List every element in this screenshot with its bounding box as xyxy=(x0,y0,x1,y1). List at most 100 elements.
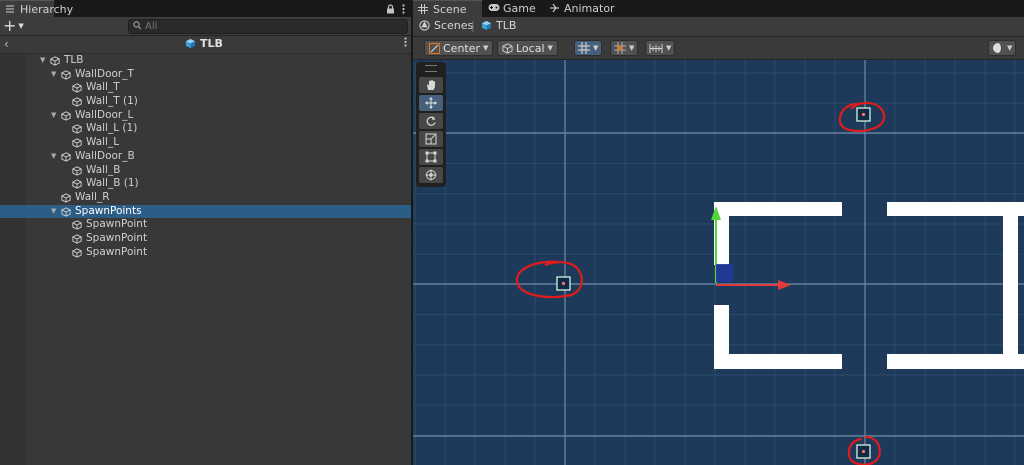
scene-menu-icon[interactable] xyxy=(404,37,407,47)
hierarchy-panel: Hierarchy + ▼ ‹ TLB xyxy=(0,0,411,465)
dropdown-caret-icon: ▼ xyxy=(666,44,672,52)
move-tool-button[interactable] xyxy=(419,95,443,111)
local-cube-icon xyxy=(502,42,513,54)
scene-panel: Scene Game Animator Scenes | TLB Center … xyxy=(413,0,1024,465)
gameobject-cube-icon xyxy=(72,97,82,107)
hierarchy-row[interactable]: Wall_T xyxy=(0,81,411,95)
hierarchy-row[interactable]: Wall_T (1) xyxy=(0,95,411,109)
gameobject-cube-icon xyxy=(61,193,71,203)
gameobject-cube-icon xyxy=(72,124,82,135)
hierarchy-row-label: SpawnPoint xyxy=(86,218,148,231)
hierarchy-row-label: TLB xyxy=(64,54,84,66)
search-input[interactable] xyxy=(145,20,395,33)
hierarchy-row[interactable]: SpawnPoint xyxy=(0,246,411,260)
hierarchy-tab-bar: Hierarchy xyxy=(0,0,411,17)
scale-icon xyxy=(425,133,437,145)
tab-scene[interactable]: Scene xyxy=(413,0,482,17)
gameobject-cube-icon xyxy=(50,56,60,66)
tab-animator[interactable]: Animator xyxy=(544,0,621,17)
space-dropdown[interactable]: Local ▼ xyxy=(497,40,558,56)
hand-icon xyxy=(425,79,437,91)
increment-snap-dropdown[interactable]: ▼ xyxy=(645,40,676,56)
pivot-dropdown[interactable]: Center ▼ xyxy=(424,40,494,56)
hierarchy-row-label: Wall_L (1) xyxy=(86,122,138,135)
expand-arrow-icon[interactable]: ▼ xyxy=(51,109,59,123)
tool-palette xyxy=(416,62,446,187)
breadcrumb-root[interactable]: Scenes xyxy=(419,19,473,32)
hierarchy-row[interactable]: Wall_L (1) xyxy=(0,122,411,136)
gameobject-cube-icon xyxy=(72,247,82,258)
scene-tab-bar: Scene Game Animator xyxy=(413,0,1024,17)
wall-right xyxy=(1003,202,1018,369)
hierarchy-row-label: Wall_T (1) xyxy=(86,95,138,108)
hierarchy-row[interactable]: ▼ WallDoor_T xyxy=(0,68,411,82)
rotate-tool-button[interactable] xyxy=(419,113,443,129)
expand-arrow-icon[interactable]: ▼ xyxy=(40,54,48,68)
rect-tool-button[interactable] xyxy=(419,149,443,165)
hierarchy-row[interactable]: Wall_B (1) xyxy=(0,177,411,191)
lock-icon[interactable] xyxy=(386,3,395,14)
scene-header: ‹ TLB xyxy=(0,36,411,54)
hierarchy-row[interactable]: Wall_L xyxy=(0,136,411,150)
scale-tool-button[interactable] xyxy=(419,131,443,147)
ruler-icon xyxy=(649,43,663,54)
gameobject-cube-icon xyxy=(72,220,82,230)
breadcrumb-current-label: TLB xyxy=(496,19,517,32)
snap-increment-dropdown[interactable]: ▼ xyxy=(610,40,639,56)
hierarchy-row-label: SpawnPoint xyxy=(86,231,148,244)
create-button[interactable]: + ▼ xyxy=(3,18,29,34)
transform-icon xyxy=(425,169,437,181)
space-label: Local xyxy=(516,41,545,55)
breadcrumb: Scenes | TLB xyxy=(413,17,1024,37)
spawn-point-icon xyxy=(856,107,871,122)
move-arrows-icon xyxy=(425,97,437,109)
gameobject-cube-icon xyxy=(72,234,82,244)
tab-scene-label: Scene xyxy=(433,3,467,16)
spawn-point-icon xyxy=(856,444,871,459)
hand-tool-button[interactable] xyxy=(419,77,443,93)
hierarchy-row-label: Wall_B (1) xyxy=(86,177,139,190)
hierarchy-row[interactable]: Wall_B xyxy=(0,164,411,178)
palette-grip[interactable] xyxy=(425,65,437,72)
hierarchy-row[interactable]: ▼ WallDoor_L xyxy=(0,109,411,123)
dropdown-caret-icon: ▼ xyxy=(483,44,489,52)
hierarchy-row[interactable]: Wall_R xyxy=(0,191,411,205)
expand-arrow-icon[interactable]: ▼ xyxy=(51,68,59,82)
breadcrumb-root-label: Scenes xyxy=(434,19,474,32)
hierarchy-row[interactable]: SpawnPoint xyxy=(0,232,411,246)
hierarchy-tab[interactable]: Hierarchy xyxy=(0,0,73,17)
search-icon xyxy=(133,21,142,30)
gamepad-icon xyxy=(488,3,500,12)
scene-title-label: TLB xyxy=(200,37,223,50)
hierarchy-row-label: Wall_T xyxy=(86,81,120,94)
grid-snap-toggle[interactable]: ▼ xyxy=(574,40,603,56)
hierarchy-row[interactable]: ▼ SpawnPoints xyxy=(0,204,411,219)
gameobject-cube-icon xyxy=(72,138,82,148)
gizmo-plane-handle xyxy=(716,264,733,282)
gameobject-cube-icon xyxy=(72,179,82,189)
shading-sphere-icon xyxy=(992,42,1004,54)
scene-canvas xyxy=(413,60,1024,465)
hierarchy-row-label: SpawnPoints xyxy=(75,204,142,217)
gameobject-cube-icon xyxy=(61,70,71,80)
expand-arrow-icon[interactable]: ▼ xyxy=(51,150,59,164)
expand-arrow-icon[interactable]: ▼ xyxy=(51,205,59,219)
wall-bottom-left xyxy=(714,354,842,369)
hierarchy-row[interactable]: SpawnPoint xyxy=(0,218,411,232)
tab-game[interactable]: Game xyxy=(483,0,542,17)
gameobject-cube-icon xyxy=(61,206,71,217)
hierarchy-row[interactable]: ▼ TLB xyxy=(0,54,411,68)
breadcrumb-current[interactable]: TLB xyxy=(481,19,516,32)
scene-viewport[interactable] xyxy=(413,60,1024,465)
hierarchy-row[interactable]: ▼ WallDoor_B xyxy=(0,150,411,164)
hierarchy-row-label: WallDoor_L xyxy=(75,108,134,121)
render-mode-dropdown[interactable]: ▼ xyxy=(988,40,1017,56)
wall-top-left xyxy=(714,202,842,216)
transform-tool-button[interactable] xyxy=(419,167,443,183)
search-field[interactable] xyxy=(128,19,408,34)
animator-icon xyxy=(549,3,560,13)
list-icon xyxy=(5,4,15,14)
panel-menu-icon[interactable] xyxy=(402,3,405,14)
back-arrow-icon[interactable]: ‹ xyxy=(4,37,9,51)
gameobject-cube-icon xyxy=(72,165,82,176)
